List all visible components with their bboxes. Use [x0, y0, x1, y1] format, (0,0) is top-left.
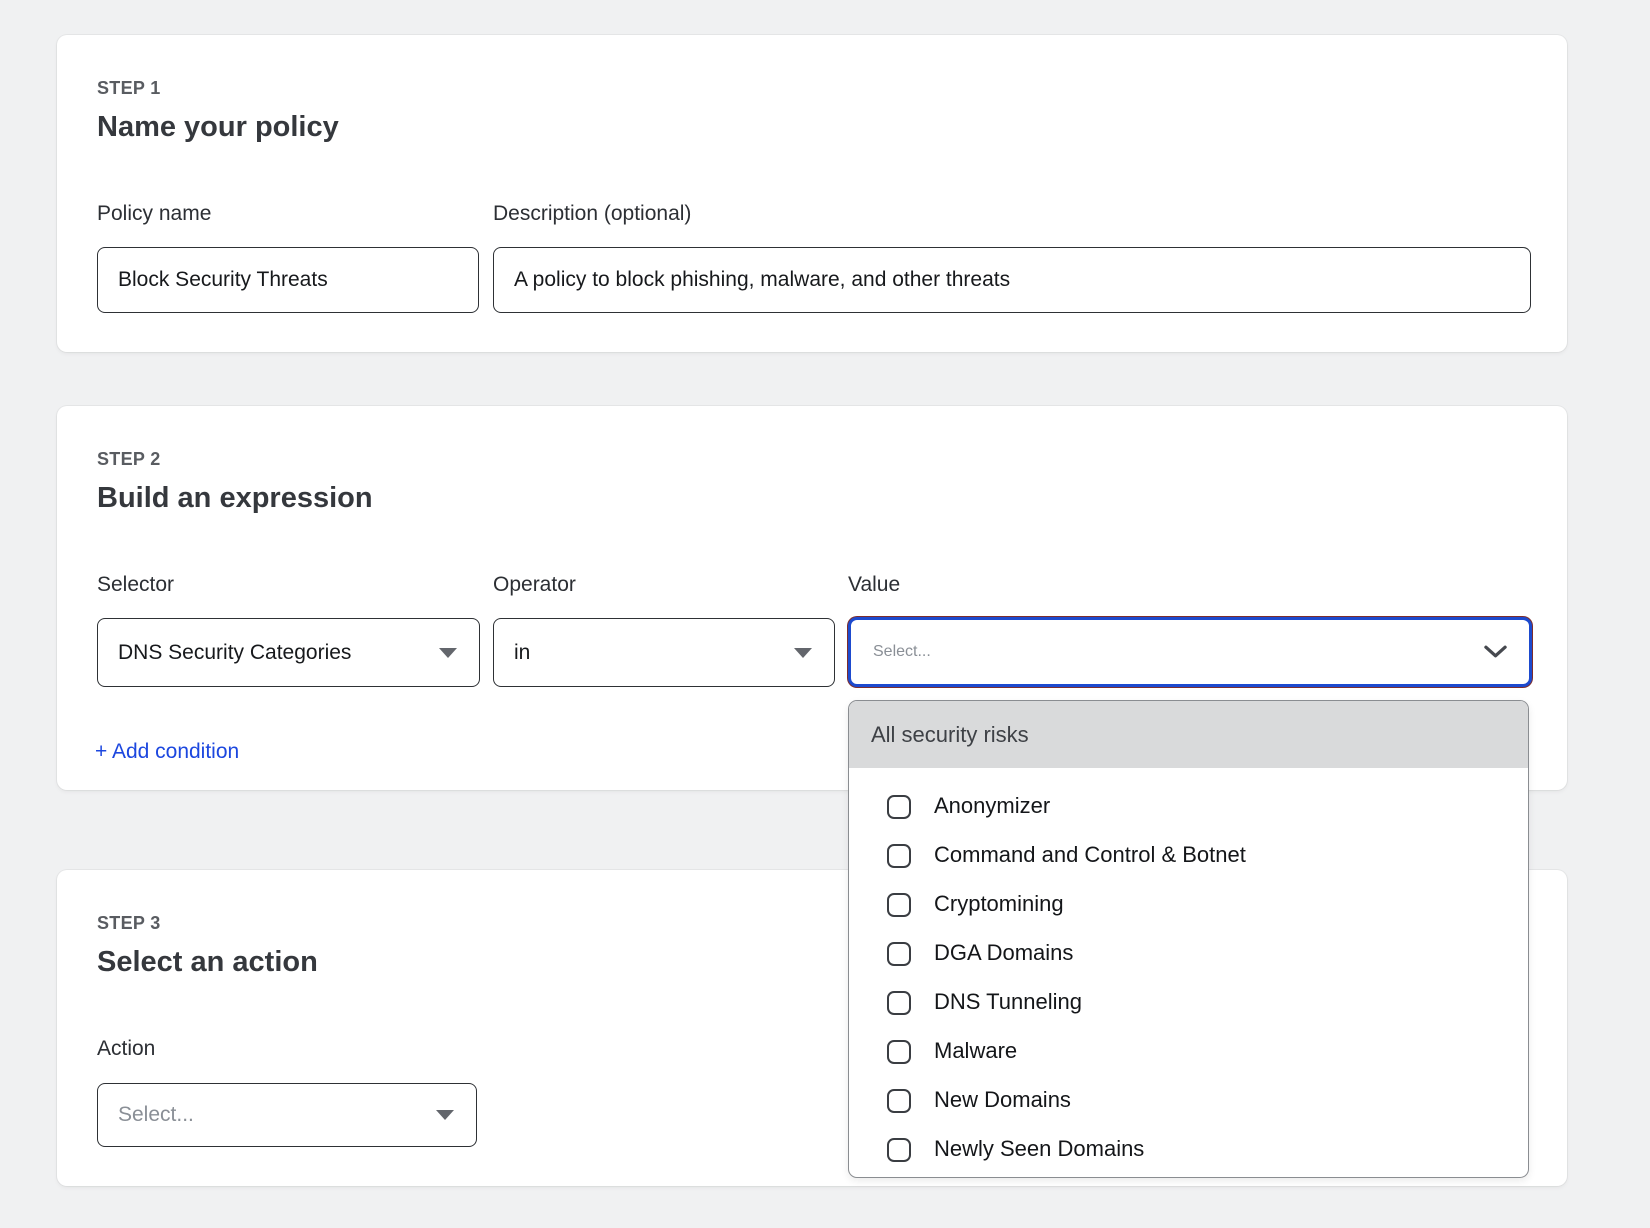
step3-title: Select an action — [97, 946, 318, 979]
value-placeholder: Select... — [873, 643, 931, 661]
dropdown-option-label: DNS Tunneling — [934, 989, 1082, 1015]
dropdown-option[interactable]: Newly Seen Domains — [849, 1125, 1528, 1174]
step2-title: Build an expression — [97, 482, 373, 515]
checkbox-unchecked-icon[interactable] — [887, 1089, 911, 1113]
action-label: Action — [97, 1036, 155, 1061]
dropdown-option[interactable]: Cryptomining — [849, 880, 1528, 929]
action-placeholder: Select... — [118, 1103, 194, 1127]
dropdown-option-label: DGA Domains — [934, 940, 1073, 966]
dropdown-option-label: Command and Control & Botnet — [934, 842, 1246, 868]
dropdown-option[interactable]: DGA Domains — [849, 929, 1528, 978]
caret-down-icon — [439, 648, 457, 658]
value-dropdown-panel: All security risks Anonymizer Command an… — [848, 700, 1529, 1178]
caret-down-icon — [436, 1110, 454, 1120]
dropdown-option[interactable]: Malware — [849, 1027, 1528, 1076]
dropdown-option[interactable]: New Domains — [849, 1076, 1528, 1125]
add-condition-link[interactable]: + Add condition — [95, 739, 239, 764]
operator-select-value: in — [514, 641, 530, 665]
action-select[interactable]: Select... — [97, 1083, 477, 1147]
dropdown-option-label: Newly Seen Domains — [934, 1136, 1144, 1162]
dropdown-option[interactable]: Anonymizer — [849, 782, 1528, 831]
checkbox-unchecked-icon[interactable] — [887, 844, 911, 868]
description-input[interactable] — [493, 247, 1531, 313]
policy-builder-page: STEP 1 Name your policy Policy name Desc… — [0, 0, 1650, 1228]
dropdown-option-label: Anonymizer — [934, 793, 1050, 819]
selector-select-value: DNS Security Categories — [118, 641, 351, 665]
policy-name-input[interactable] — [97, 247, 479, 313]
step1-card: STEP 1 Name your policy Policy name Desc… — [57, 35, 1567, 352]
step2-step-label: STEP 2 — [97, 449, 161, 470]
operator-select[interactable]: in — [493, 618, 835, 687]
step1-step-label: STEP 1 — [97, 78, 161, 99]
step3-step-label: STEP 3 — [97, 913, 161, 934]
selector-label: Selector — [97, 572, 174, 597]
selector-select[interactable]: DNS Security Categories — [97, 618, 480, 687]
chevron-down-icon — [1484, 645, 1507, 659]
checkbox-unchecked-icon[interactable] — [887, 991, 911, 1015]
checkbox-unchecked-icon[interactable] — [887, 942, 911, 966]
description-label: Description (optional) — [493, 201, 691, 226]
dropdown-option-label: New Domains — [934, 1087, 1071, 1113]
checkbox-unchecked-icon[interactable] — [887, 1138, 911, 1162]
checkbox-unchecked-icon[interactable] — [887, 1040, 911, 1064]
dropdown-option[interactable]: Command and Control & Botnet — [849, 831, 1528, 880]
operator-label: Operator — [493, 572, 576, 597]
dropdown-option-label: Malware — [934, 1038, 1017, 1064]
caret-down-icon — [794, 648, 812, 658]
value-multiselect[interactable]: Select... — [848, 617, 1532, 687]
dropdown-option-label: Cryptomining — [934, 891, 1064, 917]
dropdown-option[interactable]: DNS Tunneling — [849, 978, 1528, 1027]
checkbox-unchecked-icon[interactable] — [887, 795, 911, 819]
policy-name-label: Policy name — [97, 201, 211, 226]
dropdown-group-header[interactable]: All security risks — [849, 701, 1528, 768]
checkbox-unchecked-icon[interactable] — [887, 893, 911, 917]
value-label: Value — [848, 572, 900, 597]
step1-title: Name your policy — [97, 111, 339, 144]
dropdown-option-list: Anonymizer Command and Control & Botnet … — [849, 768, 1528, 1174]
